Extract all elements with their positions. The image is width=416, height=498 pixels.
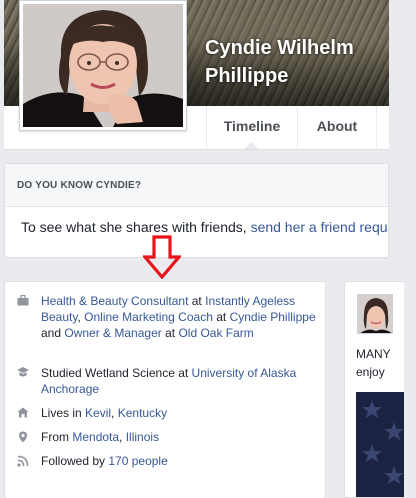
- work-at-text: at: [188, 294, 206, 308]
- job-owner-manager-link[interactable]: Owner & Manager: [64, 326, 161, 340]
- work-and-text: and: [41, 326, 65, 340]
- city-kevil-link[interactable]: Kevil: [85, 406, 111, 420]
- intro-work-row: Health & Beauty Consultant at Instantly …: [17, 293, 317, 341]
- post-text: MANY enjoy: [356, 345, 391, 381]
- lives-separator: ,: [111, 406, 118, 420]
- post-author-avatar[interactable]: [357, 294, 393, 334]
- home-icon: [17, 405, 41, 421]
- intro-card: Health & Beauty Consultant at Instantly …: [4, 281, 326, 498]
- from-separator: ,: [119, 430, 126, 444]
- job-health-beauty-consultant-link[interactable]: Health & Beauty Consultant: [41, 294, 188, 308]
- profile-picture[interactable]: [19, 0, 187, 131]
- timeline-post-card: MANY enjoy: [344, 281, 404, 498]
- from-prefix: From: [41, 430, 73, 444]
- do-you-know-card: DO YOU KNOW CYNDIE? To see what she shar…: [4, 163, 389, 258]
- graduation-cap-icon: [17, 365, 41, 397]
- post-avatar-portrait: [358, 295, 392, 333]
- job-online-marketing-coach-link[interactable]: Online Marketing Coach: [84, 310, 213, 324]
- state-kentucky-link[interactable]: Kentucky: [118, 406, 167, 420]
- send-friend-request-link[interactable]: send her a friend requ: [251, 219, 388, 235]
- profile-name[interactable]: Cyndie Wilhelm Phillippe: [205, 34, 405, 90]
- intro-lives-text: Lives in Kevil, Kentucky: [41, 405, 317, 421]
- education-prefix: Studied Wetland Science at: [41, 366, 192, 380]
- employer-old-oak-farm-link[interactable]: Old Oak Farm: [178, 326, 253, 340]
- do-you-know-text: To see what she shares with friends, sen…: [5, 207, 388, 235]
- post-text-line1: MANY: [356, 347, 391, 361]
- intro-from-text: From Mendota, Illinois: [41, 429, 317, 445]
- flag-stars-image: [356, 392, 404, 497]
- employer-cyndie-phillippe-link[interactable]: Cyndie Phillippe: [230, 310, 316, 324]
- do-you-know-message: To see what she shares with friends,: [21, 219, 251, 235]
- intro-from-row: From Mendota, Illinois: [17, 429, 317, 445]
- profile-name-line1[interactable]: Cyndie Wilhelm: [205, 34, 405, 62]
- followers-count-link[interactable]: 170 people: [108, 454, 167, 468]
- briefcase-icon: [17, 293, 41, 341]
- work-at-text-2: at: [212, 310, 230, 324]
- rss-followers-icon: [17, 453, 41, 469]
- intro-followers-row: Followed by 170 people: [17, 453, 317, 469]
- work-at-text-3: at: [161, 326, 179, 340]
- intro-followers-text: Followed by 170 people: [41, 453, 317, 469]
- intro-lives-row: Lives in Kevil, Kentucky: [17, 405, 317, 421]
- post-image[interactable]: [356, 392, 404, 497]
- city-mendota-link[interactable]: Mendota: [72, 430, 119, 444]
- intro-work-text: Health & Beauty Consultant at Instantly …: [41, 293, 317, 341]
- lives-prefix: Lives in: [41, 406, 86, 420]
- profile-photo-portrait: [23, 4, 183, 127]
- tab-about[interactable]: About: [297, 106, 377, 149]
- post-text-line2: enjoy: [356, 365, 385, 379]
- intro-education-text: Studied Wetland Science at University of…: [41, 365, 317, 397]
- profile-name-line2[interactable]: Phillippe: [205, 62, 405, 90]
- active-tab-caret: [244, 142, 258, 149]
- state-illinois-link[interactable]: Illinois: [126, 430, 159, 444]
- red-down-arrow-icon: [143, 235, 181, 279]
- map-pin-icon: [17, 429, 41, 445]
- followers-prefix: Followed by: [41, 454, 109, 468]
- intro-education-row: Studied Wetland Science at University of…: [17, 365, 317, 397]
- do-you-know-heading: DO YOU KNOW CYNDIE?: [5, 164, 388, 207]
